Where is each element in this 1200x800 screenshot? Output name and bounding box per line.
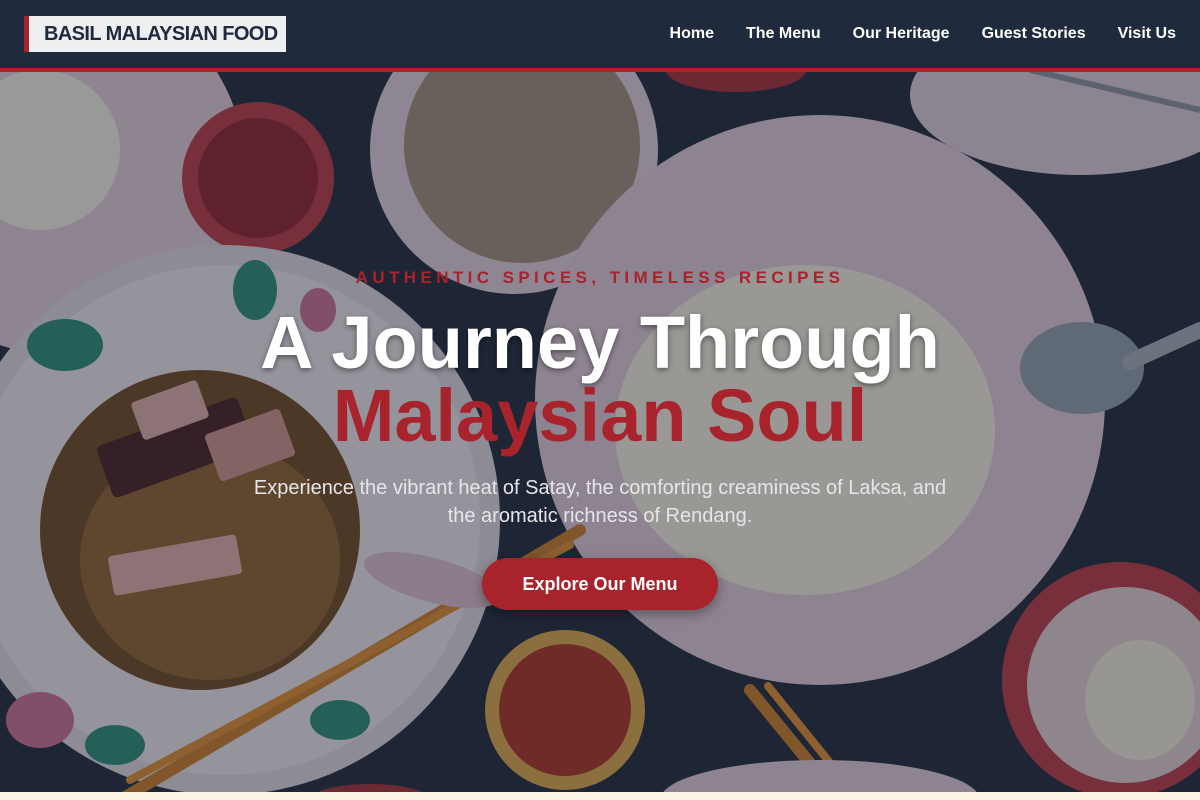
nav-our-heritage[interactable]: Our Heritage (853, 25, 950, 43)
hero-title-line2: Malaysian Soul (332, 374, 868, 457)
nav-guest-stories[interactable]: Guest Stories (982, 25, 1086, 43)
nav-the-menu[interactable]: The Menu (746, 25, 821, 43)
main-nav: Home The Menu Our Heritage Guest Stories… (670, 0, 1176, 68)
site-header: BASIL MALAYSIAN FOOD Home The Menu Our H… (0, 0, 1200, 72)
next-section-edge (0, 792, 1200, 800)
nav-home[interactable]: Home (670, 25, 714, 43)
explore-menu-button[interactable]: Explore Our Menu (482, 558, 718, 610)
brand-logo[interactable]: BASIL MALAYSIAN FOOD (24, 16, 286, 52)
hero-title-line1: A Journey Through (260, 301, 940, 384)
hero-content: AUTHENTIC SPICES, TIMELESS RECIPES A Jou… (0, 72, 1200, 792)
hero-eyebrow: AUTHENTIC SPICES, TIMELESS RECIPES (355, 268, 845, 287)
hero-subtitle: Experience the vibrant heat of Satay, th… (253, 477, 947, 527)
nav-visit-us[interactable]: Visit Us (1118, 25, 1176, 43)
hero-section: AUTHENTIC SPICES, TIMELESS RECIPES A Jou… (0, 72, 1200, 792)
